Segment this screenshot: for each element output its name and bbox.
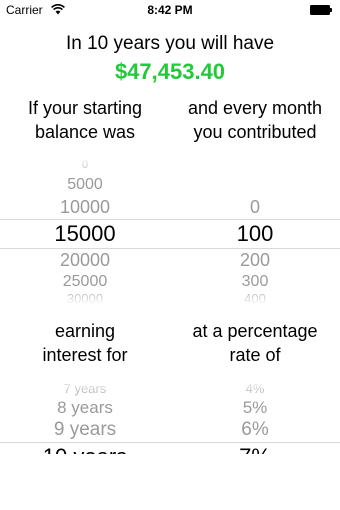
interest-duration-label-line2: interest for	[42, 345, 128, 365]
picker-option[interactable]: 200	[170, 250, 340, 271]
picker-option[interactable]: 0	[170, 197, 340, 218]
interest-rate-label-line1: at a percentage	[192, 321, 318, 341]
picker-option[interactable]: 6%	[170, 419, 340, 441]
interest-rate-label-line2: rate of	[229, 345, 281, 365]
picker-option[interactable]: 30000	[0, 291, 170, 305]
picker-option[interactable]: 300	[170, 273, 340, 291]
picker-option[interactable]: 20000	[0, 250, 170, 271]
monthly-contribution-label-line1: and every month	[187, 98, 323, 118]
picker-option[interactable]: 4%	[170, 381, 340, 396]
picker-option[interactable]: 400	[170, 291, 340, 305]
duration-picker[interactable]: 7 years 8 years 9 years 10 years	[0, 378, 170, 454]
starting-balance-label-line1: If your starting	[27, 98, 143, 118]
picker-option[interactable]: 5000	[0, 176, 170, 194]
monthly-contribution-label-line2: you contributed	[193, 122, 317, 142]
interest-rate-label: at a percentage rate of	[170, 319, 340, 367]
picker-option[interactable]: 5%	[170, 398, 340, 418]
status-bar: Carrier 8:42 PM	[0, 0, 340, 20]
starting-balance-label: If your starting balance was	[0, 96, 170, 144]
interest-duration-label-line1: earning	[54, 321, 116, 341]
rate-picker[interactable]: 4% 5% 6% 7%	[170, 378, 340, 454]
starting-balance-picker[interactable]: 0 5000 10000 15000 20000 25000 30000	[0, 155, 170, 305]
status-time: 8:42 PM	[147, 3, 193, 17]
monthly-contribution-label: and every month you contributed	[170, 96, 340, 144]
picker-option[interactable]: 8 years	[0, 398, 170, 418]
monthly-contribution-picker[interactable]: 0 100 200 300 400	[170, 155, 340, 305]
picker-option[interactable]: 7 years	[0, 381, 170, 396]
result-headline: In 10 years you will have	[65, 33, 275, 54]
starting-balance-label-line2: balance was	[34, 122, 136, 142]
picker-option-selected[interactable]: 7%	[170, 444, 340, 454]
picker-option[interactable]: 9 years	[0, 419, 170, 441]
battery-icon	[310, 5, 332, 15]
interest-duration-label: earning interest for	[0, 319, 170, 367]
result-amount: $47,453.40	[114, 59, 226, 84]
picker-option[interactable]: 0	[0, 159, 170, 171]
picker-option[interactable]: 10000	[0, 197, 170, 218]
picker-option-selected[interactable]: 10 years	[0, 444, 170, 454]
picker-option[interactable]: 25000	[0, 273, 170, 291]
picker-option-selected[interactable]: 15000	[0, 221, 170, 247]
picker-option-selected[interactable]: 100	[170, 221, 340, 247]
